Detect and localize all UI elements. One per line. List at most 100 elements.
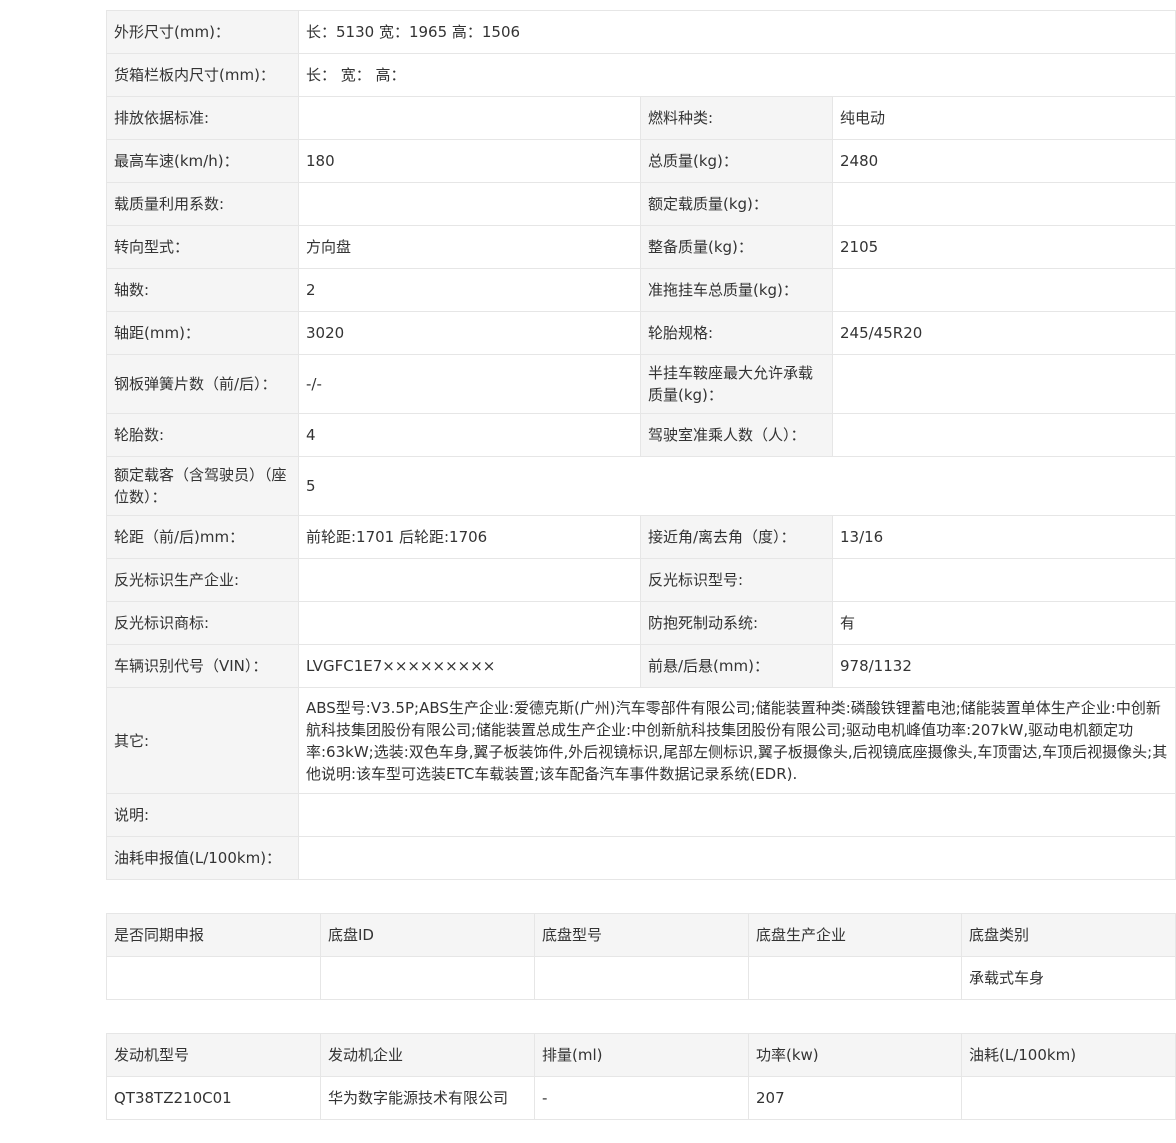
column-header: 底盘生产企业 bbox=[748, 913, 962, 957]
spec-label: 载质量利用系数: bbox=[106, 182, 299, 226]
spec-value bbox=[831, 413, 1176, 457]
spec-label: 接近角/离去角（度）： bbox=[640, 515, 833, 559]
spec-value bbox=[831, 354, 1176, 414]
column-header: 底盘型号 bbox=[534, 913, 749, 957]
spec-row-cargo: 货箱栏板内尺寸(mm)： 长： 宽： 高： bbox=[106, 53, 1176, 97]
spec-row: 轴距(mm)： 3020 轮胎规格: 245/45R20 bbox=[106, 311, 1176, 355]
spec-value bbox=[297, 793, 1176, 837]
spec-label: 其它: bbox=[106, 687, 299, 794]
spec-value bbox=[831, 558, 1176, 602]
spec-value: 4 bbox=[298, 413, 641, 457]
spec-value: 长： 宽： 高： bbox=[297, 53, 1176, 97]
spec-row: 载质量利用系数: 额定载质量(kg)： bbox=[106, 182, 1176, 226]
spec-value: 2 bbox=[298, 268, 641, 312]
spec-label: 前悬/后悬(mm)： bbox=[640, 644, 833, 688]
spec-value bbox=[298, 601, 641, 645]
spec-value: LVGFC1E7××××××××× bbox=[298, 644, 641, 688]
spec-value bbox=[831, 182, 1176, 226]
engine-table: 发动机型号 发动机企业 排量(ml) 功率(kw) 油耗(L/100km) QT… bbox=[106, 1033, 1176, 1120]
spec-value: 2480 bbox=[831, 139, 1176, 183]
spec-label: 燃料种类: bbox=[640, 96, 833, 140]
spec-label: 轮距（前/后)mm： bbox=[106, 515, 299, 559]
spec-row: 车辆识别代号（VIN）： LVGFC1E7××××××××× 前悬/后悬(mm)… bbox=[106, 644, 1176, 688]
spec-label: 轴数: bbox=[106, 268, 299, 312]
engine-header-row: 发动机型号 发动机企业 排量(ml) 功率(kw) 油耗(L/100km) bbox=[106, 1033, 1176, 1077]
spec-label: 半挂车鞍座最大允许承载质量(kg)： bbox=[640, 354, 833, 414]
spec-row: 钢板弹簧片数（前/后）： -/- 半挂车鞍座最大允许承载质量(kg)： bbox=[106, 354, 1176, 414]
spec-row: 轴数: 2 准拖挂车总质量(kg)： bbox=[106, 268, 1176, 312]
spec-row: 最高车速(km/h)： 180 总质量(kg)： 2480 bbox=[106, 139, 1176, 183]
spec-label: 车辆识别代号（VIN）： bbox=[106, 644, 299, 688]
column-header: 排量(ml) bbox=[534, 1033, 749, 1077]
spec-label: 总质量(kg)： bbox=[640, 139, 833, 183]
table-cell bbox=[106, 956, 321, 1000]
spec-label: 转向型式： bbox=[106, 225, 299, 269]
table-cell bbox=[534, 956, 749, 1000]
spec-label: 反光标识型号: bbox=[640, 558, 833, 602]
column-header: 发动机企业 bbox=[320, 1033, 535, 1077]
spec-label: 反光标识生产企业: bbox=[106, 558, 299, 602]
spec-value: 3020 bbox=[298, 311, 641, 355]
spec-value: -/- bbox=[298, 354, 641, 414]
spec-value: 前轮距:1701 后轮距:1706 bbox=[298, 515, 641, 559]
spec-label: 轴距(mm)： bbox=[106, 311, 299, 355]
spec-label: 说明: bbox=[106, 793, 299, 837]
spec-label: 额定载客（含驾驶员）（座位数）： bbox=[106, 456, 299, 516]
column-header: 底盘类别 bbox=[961, 913, 1176, 957]
spec-row-fuel: 油耗申报值(L/100km)： bbox=[106, 836, 1176, 880]
spec-row: 反光标识商标: 防抱死制动系统: 有 bbox=[106, 601, 1176, 645]
spec-value: 长：5130 宽：1965 高：1506 bbox=[297, 10, 1176, 54]
spec-value: ABS型号:V3.5P;ABS生产企业:爱德克斯(广州)汽车零部件有限公司;储能… bbox=[297, 687, 1176, 794]
column-header: 油耗(L/100km) bbox=[961, 1033, 1176, 1077]
spec-label: 整备质量(kg)： bbox=[640, 225, 833, 269]
spec-label: 额定载质量(kg)： bbox=[640, 182, 833, 226]
spec-value bbox=[831, 268, 1176, 312]
spec-label: 外形尺寸(mm)： bbox=[106, 10, 299, 54]
spec-value: 978/1132 bbox=[831, 644, 1176, 688]
spec-label: 排放依据标准: bbox=[106, 96, 299, 140]
spec-row: 轮胎数: 4 驾驶室准乘人数（人）： bbox=[106, 413, 1176, 457]
spec-label: 轮胎规格: bbox=[640, 311, 833, 355]
table-cell bbox=[320, 956, 535, 1000]
spec-label: 最高车速(km/h)： bbox=[106, 139, 299, 183]
chassis-table: 是否同期申报 底盘ID 底盘型号 底盘生产企业 底盘类别 承载式车身 bbox=[106, 913, 1176, 1000]
table-cell: 华为数字能源技术有限公司 bbox=[320, 1076, 535, 1120]
table-row: QT38TZ210C01 华为数字能源技术有限公司 - 207 bbox=[106, 1076, 1176, 1120]
spec-row-note: 说明: bbox=[106, 793, 1176, 837]
chassis-header-row: 是否同期申报 底盘ID 底盘型号 底盘生产企业 底盘类别 bbox=[106, 913, 1176, 957]
spec-label: 驾驶室准乘人数（人）： bbox=[640, 413, 833, 457]
spec-row-other: 其它: ABS型号:V3.5P;ABS生产企业:爱德克斯(广州)汽车零部件有限公… bbox=[106, 687, 1176, 794]
spec-row-passengers: 额定载客（含驾驶员）（座位数）： 5 bbox=[106, 456, 1176, 516]
column-header: 发动机型号 bbox=[106, 1033, 321, 1077]
table-cell bbox=[961, 1076, 1176, 1120]
spec-label: 轮胎数: bbox=[106, 413, 299, 457]
table-cell: QT38TZ210C01 bbox=[106, 1076, 321, 1120]
spec-label: 反光标识商标: bbox=[106, 601, 299, 645]
column-header: 功率(kw) bbox=[748, 1033, 962, 1077]
spec-row: 反光标识生产企业: 反光标识型号: bbox=[106, 558, 1176, 602]
spec-value: 13/16 bbox=[831, 515, 1176, 559]
spec-value: 2105 bbox=[831, 225, 1176, 269]
spec-value: 180 bbox=[298, 139, 641, 183]
vehicle-spec-table: 外形尺寸(mm)： 长：5130 宽：1965 高：1506 货箱栏板内尺寸(m… bbox=[106, 10, 1176, 880]
spec-value: 有 bbox=[831, 601, 1176, 645]
column-header: 底盘ID bbox=[320, 913, 535, 957]
spec-value bbox=[297, 836, 1176, 880]
spec-row: 排放依据标准: 燃料种类: 纯电动 bbox=[106, 96, 1176, 140]
spec-value bbox=[298, 182, 641, 226]
spec-label: 防抱死制动系统: bbox=[640, 601, 833, 645]
table-cell: 承载式车身 bbox=[961, 956, 1176, 1000]
spec-value: 245/45R20 bbox=[831, 311, 1176, 355]
table-cell: 207 bbox=[748, 1076, 962, 1120]
spec-value: 纯电动 bbox=[831, 96, 1176, 140]
spec-row: 转向型式： 方向盘 整备质量(kg)： 2105 bbox=[106, 225, 1176, 269]
spec-label: 准拖挂车总质量(kg)： bbox=[640, 268, 833, 312]
spec-label: 钢板弹簧片数（前/后）： bbox=[106, 354, 299, 414]
spec-value: 方向盘 bbox=[298, 225, 641, 269]
table-row: 承载式车身 bbox=[106, 956, 1176, 1000]
spec-row: 轮距（前/后)mm： 前轮距:1701 后轮距:1706 接近角/离去角（度）：… bbox=[106, 515, 1176, 559]
spec-value bbox=[298, 558, 641, 602]
spec-value: 5 bbox=[297, 456, 1176, 516]
table-cell bbox=[748, 956, 962, 1000]
spec-label: 油耗申报值(L/100km)： bbox=[106, 836, 299, 880]
